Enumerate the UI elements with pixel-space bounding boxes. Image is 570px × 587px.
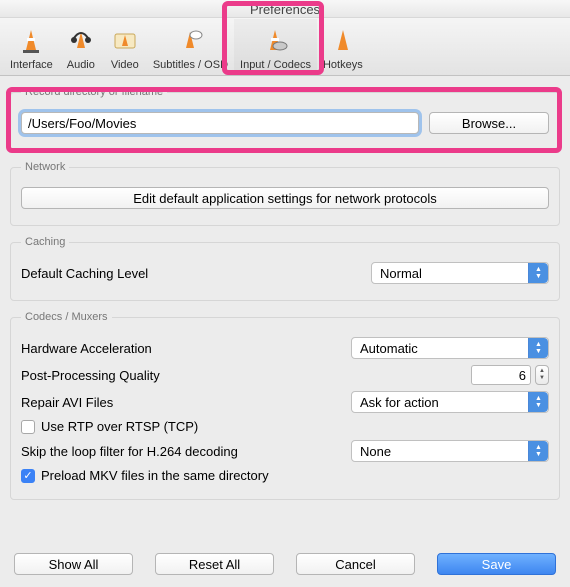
network-group: Network Edit default application setting… <box>10 161 560 226</box>
tab-label: Audio <box>67 59 95 71</box>
cancel-button[interactable]: Cancel <box>296 553 415 575</box>
loop-filter-label: Skip the loop filter for H.264 decoding <box>21 444 351 459</box>
updown-icon: ▲▼ <box>528 263 548 283</box>
edit-network-protocols-button[interactable]: Edit default application settings for ne… <box>21 187 549 209</box>
rtp-label: Use RTP over RTSP (TCP) <box>41 419 198 434</box>
footer-buttons: Show All Reset All Cancel Save <box>0 543 570 587</box>
hw-accel-value: Automatic <box>360 341 418 356</box>
caching-level-value: Normal <box>380 266 422 281</box>
updown-icon: ▲▼ <box>528 338 548 358</box>
loop-filter-value: None <box>360 444 391 459</box>
caching-legend: Caching <box>21 236 69 248</box>
caching-level-select[interactable]: Normal ▲▼ <box>371 262 549 284</box>
cone-headphones-icon <box>65 25 97 57</box>
browse-button[interactable]: Browse... <box>429 112 549 134</box>
preferences-toolbar: Interface Audio Video Subtitles / OSD In… <box>0 18 570 76</box>
pp-quality-input[interactable] <box>471 365 531 385</box>
repair-avi-select[interactable]: Ask for action ▲▼ <box>351 391 549 413</box>
save-button[interactable]: Save <box>437 553 556 575</box>
tab-video[interactable]: Video <box>103 19 147 75</box>
pp-quality-label: Post-Processing Quality <box>21 368 351 383</box>
window-title: Preferences <box>0 0 570 18</box>
updown-icon: ▲▼ <box>528 392 548 412</box>
repair-avi-value: Ask for action <box>360 395 439 410</box>
rtp-checkbox[interactable] <box>21 420 35 434</box>
cone-icon <box>327 25 359 57</box>
stepper-buttons[interactable]: ▲▼ <box>535 365 549 385</box>
cone-disc-icon <box>259 25 291 57</box>
codecs-legend: Codecs / Muxers <box>21 311 112 323</box>
record-path-input[interactable] <box>21 112 419 134</box>
tab-label: Interface <box>10 59 53 71</box>
network-legend: Network <box>21 161 69 173</box>
caching-group: Caching Default Caching Level Normal ▲▼ <box>10 236 560 301</box>
show-all-button[interactable]: Show All <box>14 553 133 575</box>
hw-accel-label: Hardware Acceleration <box>21 341 351 356</box>
reset-all-button[interactable]: Reset All <box>155 553 274 575</box>
cone-icon <box>15 25 47 57</box>
tab-subtitles-osd[interactable]: Subtitles / OSD <box>147 19 234 75</box>
tab-label: Subtitles / OSD <box>153 59 228 71</box>
tab-audio[interactable]: Audio <box>59 19 103 75</box>
mkv-preload-label: Preload MKV files in the same directory <box>41 468 269 483</box>
hw-accel-select[interactable]: Automatic ▲▼ <box>351 337 549 359</box>
tab-label: Input / Codecs <box>240 59 311 71</box>
tab-label: Hotkeys <box>323 59 363 71</box>
tab-hotkeys[interactable]: Hotkeys <box>317 19 369 75</box>
repair-avi-label: Repair AVI Files <box>21 395 351 410</box>
cone-bubble-icon <box>174 25 206 57</box>
record-group: Record directory or filename Browse... <box>10 86 560 151</box>
tab-interface[interactable]: Interface <box>4 19 59 75</box>
tab-label: Video <box>111 59 139 71</box>
tab-input-codecs[interactable]: Input / Codecs <box>234 19 317 75</box>
record-legend: Record directory or filename <box>21 86 167 98</box>
caching-level-label: Default Caching Level <box>21 266 371 281</box>
codecs-group: Codecs / Muxers Hardware Acceleration Au… <box>10 311 560 500</box>
updown-icon: ▲▼ <box>528 441 548 461</box>
cone-frame-icon <box>109 25 141 57</box>
mkv-preload-checkbox[interactable]: ✓ <box>21 469 35 483</box>
loop-filter-select[interactable]: None ▲▼ <box>351 440 549 462</box>
